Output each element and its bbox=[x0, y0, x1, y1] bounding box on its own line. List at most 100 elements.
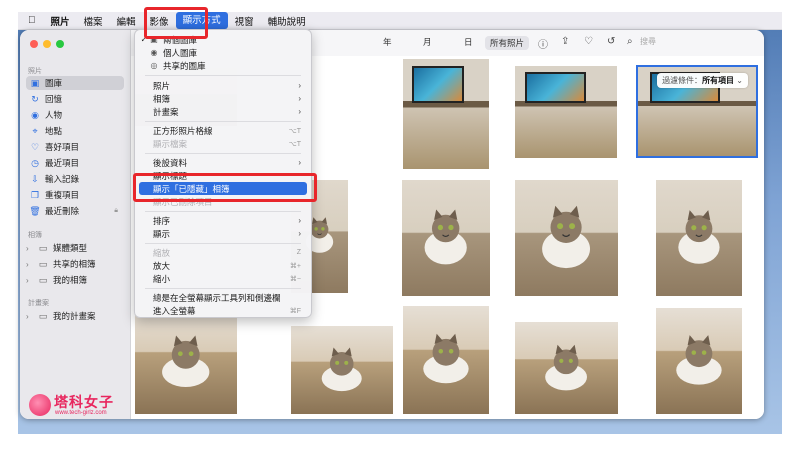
sidebar-item-places[interactable]: ⌖ 地點 bbox=[26, 124, 124, 138]
cat-image bbox=[162, 335, 210, 387]
menu-separator bbox=[145, 288, 301, 289]
brand-watermark: 塔科女子 www.tech-girlz.com bbox=[29, 392, 129, 420]
photo-thumbnail[interactable] bbox=[403, 306, 489, 414]
sidebar-item-favorites[interactable]: ♡ 喜好項目 bbox=[26, 140, 124, 154]
sidebar-item-label: 最近刪除 bbox=[45, 206, 80, 216]
close-window-button[interactable] bbox=[30, 40, 38, 48]
photo-thumbnail[interactable] bbox=[291, 326, 393, 414]
person-icon: ◉ bbox=[150, 48, 158, 57]
sidebar-item-label: 人物 bbox=[45, 110, 63, 120]
menu-separator bbox=[145, 75, 301, 76]
menu-window[interactable]: 視窗 bbox=[228, 14, 261, 28]
photo-thumbnail[interactable] bbox=[515, 322, 618, 414]
sidebar-item-recents[interactable]: ◷ 最近項目 bbox=[26, 156, 124, 170]
chevron-right-icon[interactable]: › bbox=[26, 276, 34, 285]
photo-thumbnail[interactable] bbox=[403, 59, 489, 169]
menu-help[interactable]: 輔助說明 bbox=[261, 14, 313, 28]
menu-item-always-show-toolbar[interactable]: 總是在全螢幕顯示工具列和側邊欄 bbox=[139, 291, 307, 304]
menu-item-label: 個人圖庫 bbox=[163, 47, 198, 58]
sidebar: 照片 ▣ 圖庫 ↻ 回憶 ◉ 人物 ⌖ 地點 ♡ 喜好項目 ◷ 最近項目 ⇩ 輸入記錄 ❐ 重複… bbox=[20, 30, 131, 419]
menu-item-display[interactable]: 顯示 › bbox=[139, 227, 307, 240]
photo-thumbnail[interactable] bbox=[515, 180, 618, 296]
chevron-right-icon[interactable]: › bbox=[26, 260, 34, 269]
library-icon: ▣ bbox=[30, 77, 40, 88]
menu-item-zoom-in[interactable]: 放大 ⌘+ bbox=[139, 259, 307, 272]
photo-thumbnail[interactable] bbox=[135, 310, 237, 414]
sidebar-item-my-projects[interactable]: › ▭ 我的計畫案 bbox=[26, 309, 124, 323]
shortcut-label: ⌘− bbox=[289, 275, 301, 283]
sidebar-item-duplicates[interactable]: ❐ 重複項目 bbox=[26, 188, 124, 202]
menu-item-shared-library[interactable]: ◎ 共享的圖庫 bbox=[139, 59, 307, 72]
menu-item-show-file[interactable]: 顯示檔案 ⌥T bbox=[139, 137, 307, 150]
brand-url: www.tech-girlz.com bbox=[55, 410, 107, 416]
menu-item-zoom[interactable]: 縮放 Z bbox=[139, 246, 307, 259]
cat-image bbox=[423, 334, 469, 384]
photo-thumbnail[interactable] bbox=[656, 180, 742, 296]
chevron-down-icon: ⌄ bbox=[736, 76, 743, 85]
menu-item-label: 縮小 bbox=[153, 273, 171, 284]
apple-logo-icon[interactable]:  bbox=[18, 15, 44, 26]
share-icon[interactable]: ⇪ bbox=[561, 36, 569, 47]
heart-icon[interactable]: ♡ bbox=[584, 36, 593, 47]
chevron-right-icon[interactable]: › bbox=[26, 312, 34, 321]
chevron-right-icon: › bbox=[298, 158, 301, 167]
zoom-window-button[interactable] bbox=[56, 40, 64, 48]
cat-image bbox=[678, 210, 720, 264]
sidebar-item-label: 最近項目 bbox=[45, 158, 80, 168]
menu-item-label: 照片 bbox=[153, 80, 171, 91]
sidebar-item-shared-albums[interactable]: › ▭ 共享的相簿 bbox=[26, 257, 124, 271]
filter-dropdown[interactable]: 過濾條件：所有項目 ⌄ bbox=[657, 73, 748, 88]
menu-item-albums[interactable]: 相簿 › bbox=[139, 92, 307, 105]
sidebar-section-albums: 相簿 bbox=[28, 232, 42, 239]
folder-icon: ▭ bbox=[38, 258, 48, 269]
segment-months[interactable]: 月 bbox=[423, 36, 432, 48]
search-input[interactable]: 搜尋 bbox=[640, 36, 656, 47]
cat-image bbox=[542, 205, 591, 268]
rotate-icon[interactable]: ↺ bbox=[607, 36, 615, 47]
menu-edit[interactable]: 編輯 bbox=[110, 14, 143, 28]
sidebar-item-people[interactable]: ◉ 人物 bbox=[26, 108, 124, 122]
shortcut-label: ⌥T bbox=[288, 140, 301, 148]
import-icon: ⇩ bbox=[31, 173, 39, 184]
menu-photos[interactable]: 照片 bbox=[44, 14, 77, 28]
menu-item-metadata[interactable]: 後設資料 › bbox=[139, 156, 307, 169]
menu-separator bbox=[145, 211, 301, 212]
sidebar-item-my-albums[interactable]: › ▭ 我的相簿 bbox=[26, 273, 124, 287]
segment-all-photos[interactable]: 所有照片 bbox=[485, 36, 530, 50]
heart-icon: ♡ bbox=[30, 141, 40, 152]
places-icon: ⌖ bbox=[32, 125, 38, 136]
folder-icon: ▭ bbox=[38, 242, 48, 253]
sidebar-item-media-types[interactable]: › ▭ 媒體類型 bbox=[26, 241, 124, 255]
sidebar-item-library[interactable]: ▣ 圖庫 bbox=[26, 76, 124, 90]
menu-item-sort[interactable]: 排序 › bbox=[139, 214, 307, 227]
sidebar-item-memories[interactable]: ↻ 回憶 bbox=[26, 92, 124, 106]
menu-item-personal-library[interactable]: ◉ 個人圖庫 bbox=[139, 46, 307, 59]
menu-item-enter-fullscreen[interactable]: 進入全螢幕 ⌘F bbox=[139, 304, 307, 317]
search-icon[interactable]: ⌕ bbox=[627, 36, 633, 47]
minimize-window-button[interactable] bbox=[43, 40, 51, 48]
photo-thumbnail[interactable] bbox=[402, 180, 490, 296]
menu-file[interactable]: 檔案 bbox=[77, 14, 110, 28]
info-icon[interactable]: ⓘ bbox=[538, 36, 548, 51]
photo-thumbnail-selected[interactable]: 過濾條件：所有項目 ⌄ bbox=[636, 65, 758, 158]
menu-item-zoom-out[interactable]: 縮小 ⌘− bbox=[139, 272, 307, 285]
folder-icon: ▭ bbox=[38, 274, 48, 285]
chevron-right-icon[interactable]: › bbox=[26, 244, 34, 253]
menu-item-label: 計畫案 bbox=[153, 106, 179, 117]
sidebar-item-recently-deleted[interactable]: 🗑︎ 最近刪除 🔒︎ bbox=[26, 204, 124, 218]
photo-thumbnail[interactable] bbox=[656, 308, 742, 414]
segment-days[interactable]: 日 bbox=[464, 36, 473, 48]
menu-item-projects[interactable]: 計畫案 › bbox=[139, 105, 307, 118]
shortcut-label: ⌥T bbox=[288, 127, 301, 135]
photo-thumbnail[interactable] bbox=[515, 66, 617, 158]
menu-item-photos[interactable]: 照片 › bbox=[139, 79, 307, 92]
sidebar-item-imports[interactable]: ⇩ 輸入記錄 bbox=[26, 172, 124, 186]
shortcut-label: Z bbox=[296, 249, 301, 256]
sidebar-item-label: 重複項目 bbox=[45, 190, 80, 200]
filter-value: 所有項目 bbox=[702, 76, 735, 85]
menu-separator bbox=[145, 153, 301, 154]
sidebar-item-label: 圖庫 bbox=[45, 78, 63, 88]
segment-years[interactable]: 年 bbox=[383, 36, 392, 48]
menu-item-square-grid[interactable]: 正方形照片格線 ⌥T bbox=[139, 124, 307, 137]
shortcut-label: ⌘+ bbox=[289, 262, 301, 270]
